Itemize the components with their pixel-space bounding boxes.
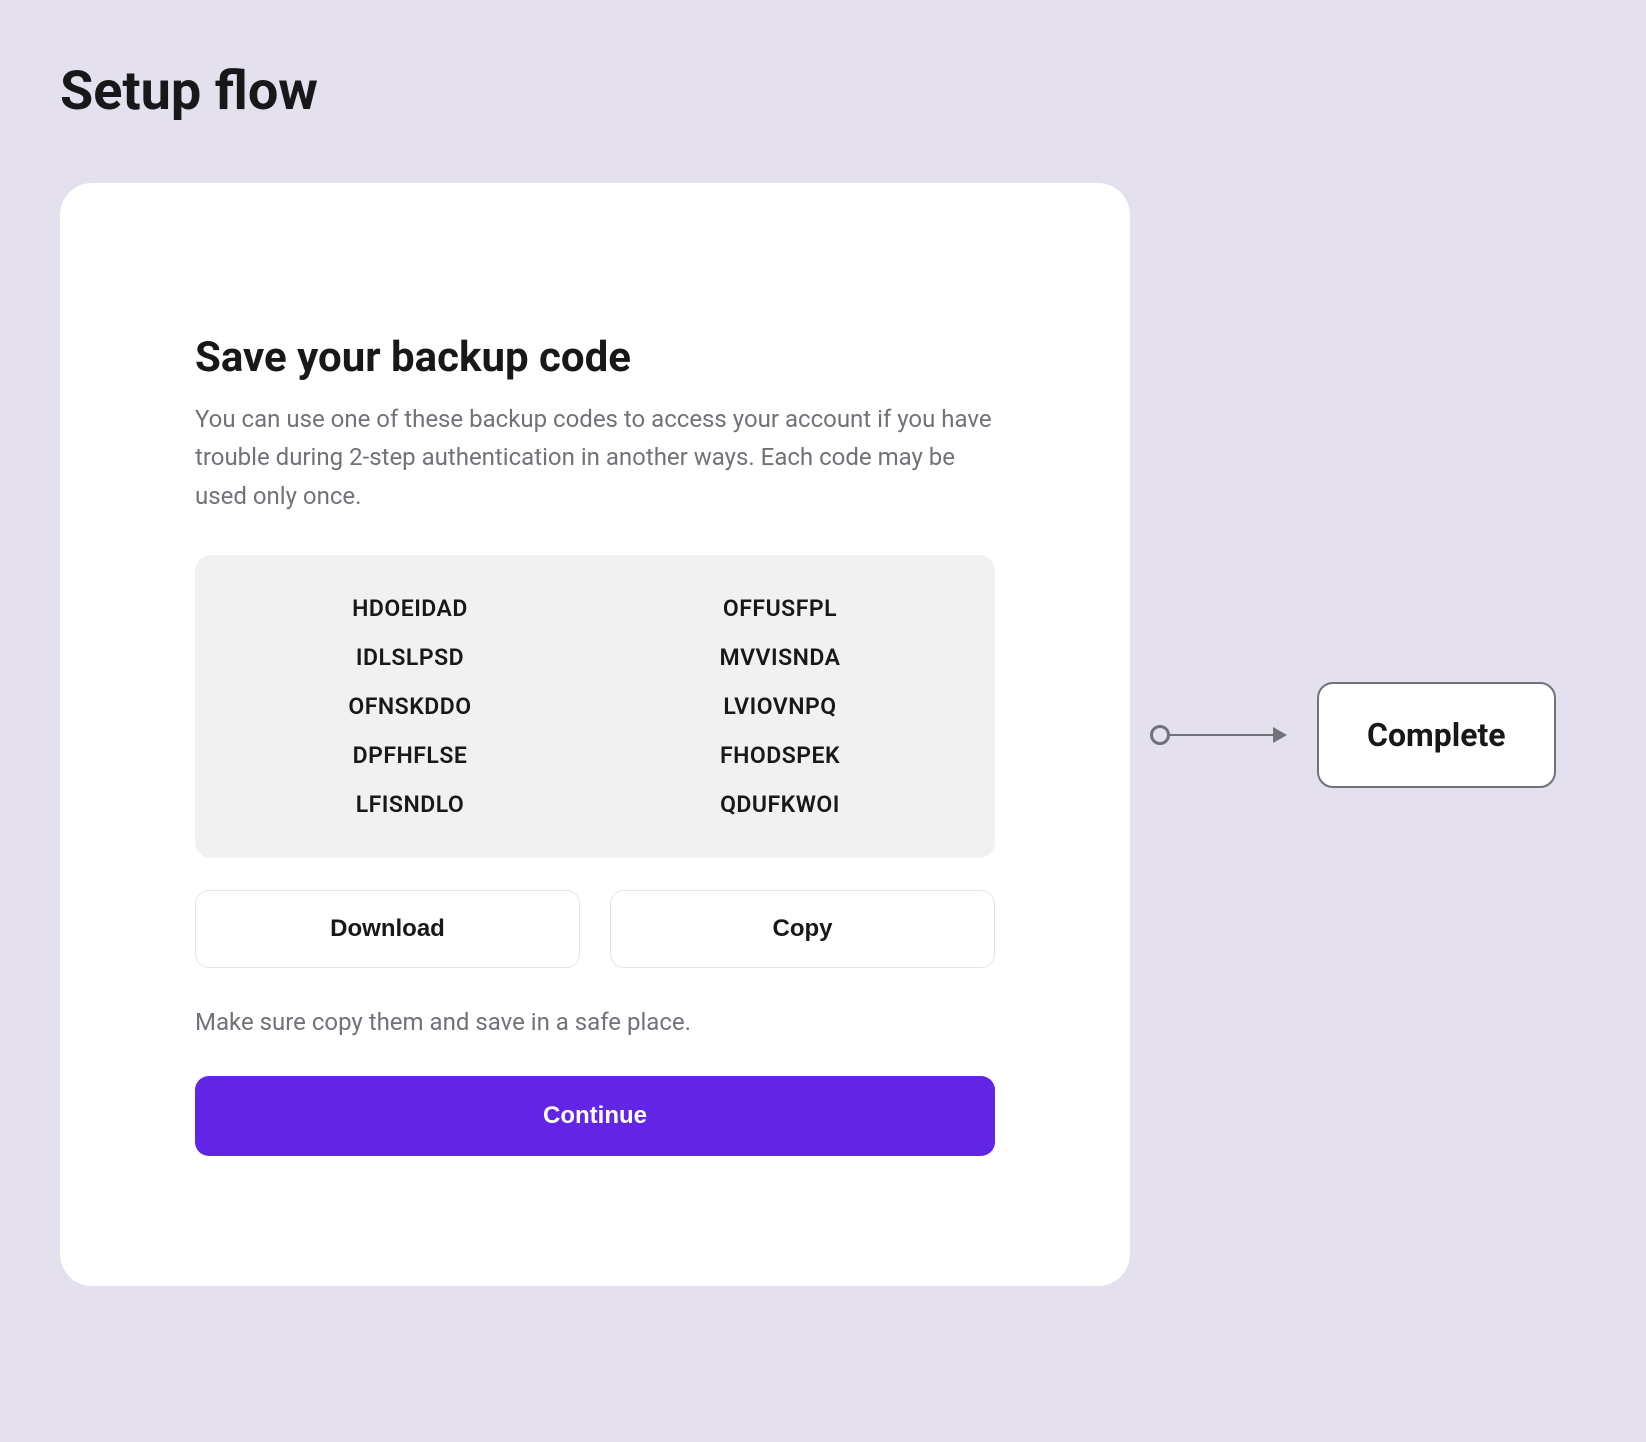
backup-code-card: Save your backup code You can use one of… (60, 183, 1130, 1286)
backup-code: OFFUSFPL (625, 595, 935, 622)
arrow-right-icon (1273, 727, 1287, 743)
copy-button[interactable]: Copy (610, 890, 995, 968)
main-container: Save your backup code You can use one of… (60, 183, 1586, 1286)
backup-code: OFNSKDDO (255, 693, 565, 720)
card-description: You can use one of these backup codes to… (195, 400, 995, 515)
backup-code: MVVISNDA (625, 644, 935, 671)
flow-connector (1150, 725, 1287, 745)
download-button[interactable]: Download (195, 890, 580, 968)
connector-line (1170, 734, 1275, 736)
backup-code: QDUFKWOI (625, 791, 935, 818)
complete-step-badge: Complete (1317, 682, 1556, 788)
backup-codes-box: HDOEIDAD OFFUSFPL IDLSLPSD MVVISNDA OFNS… (195, 555, 995, 858)
backup-code: IDLSLPSD (255, 644, 565, 671)
page-title: Setup flow (60, 60, 1586, 123)
connector-start-icon (1150, 725, 1170, 745)
helper-text: Make sure copy them and save in a safe p… (195, 1008, 995, 1036)
backup-code: LFISNDLO (255, 791, 565, 818)
backup-code: LVIOVNPQ (625, 693, 935, 720)
continue-button[interactable]: Continue (195, 1076, 995, 1156)
backup-code: FHODSPEK (625, 742, 935, 769)
card-title: Save your backup code (195, 333, 995, 382)
action-button-row: Download Copy (195, 890, 995, 968)
backup-code: DPFHFLSE (255, 742, 565, 769)
backup-code: HDOEIDAD (255, 595, 565, 622)
